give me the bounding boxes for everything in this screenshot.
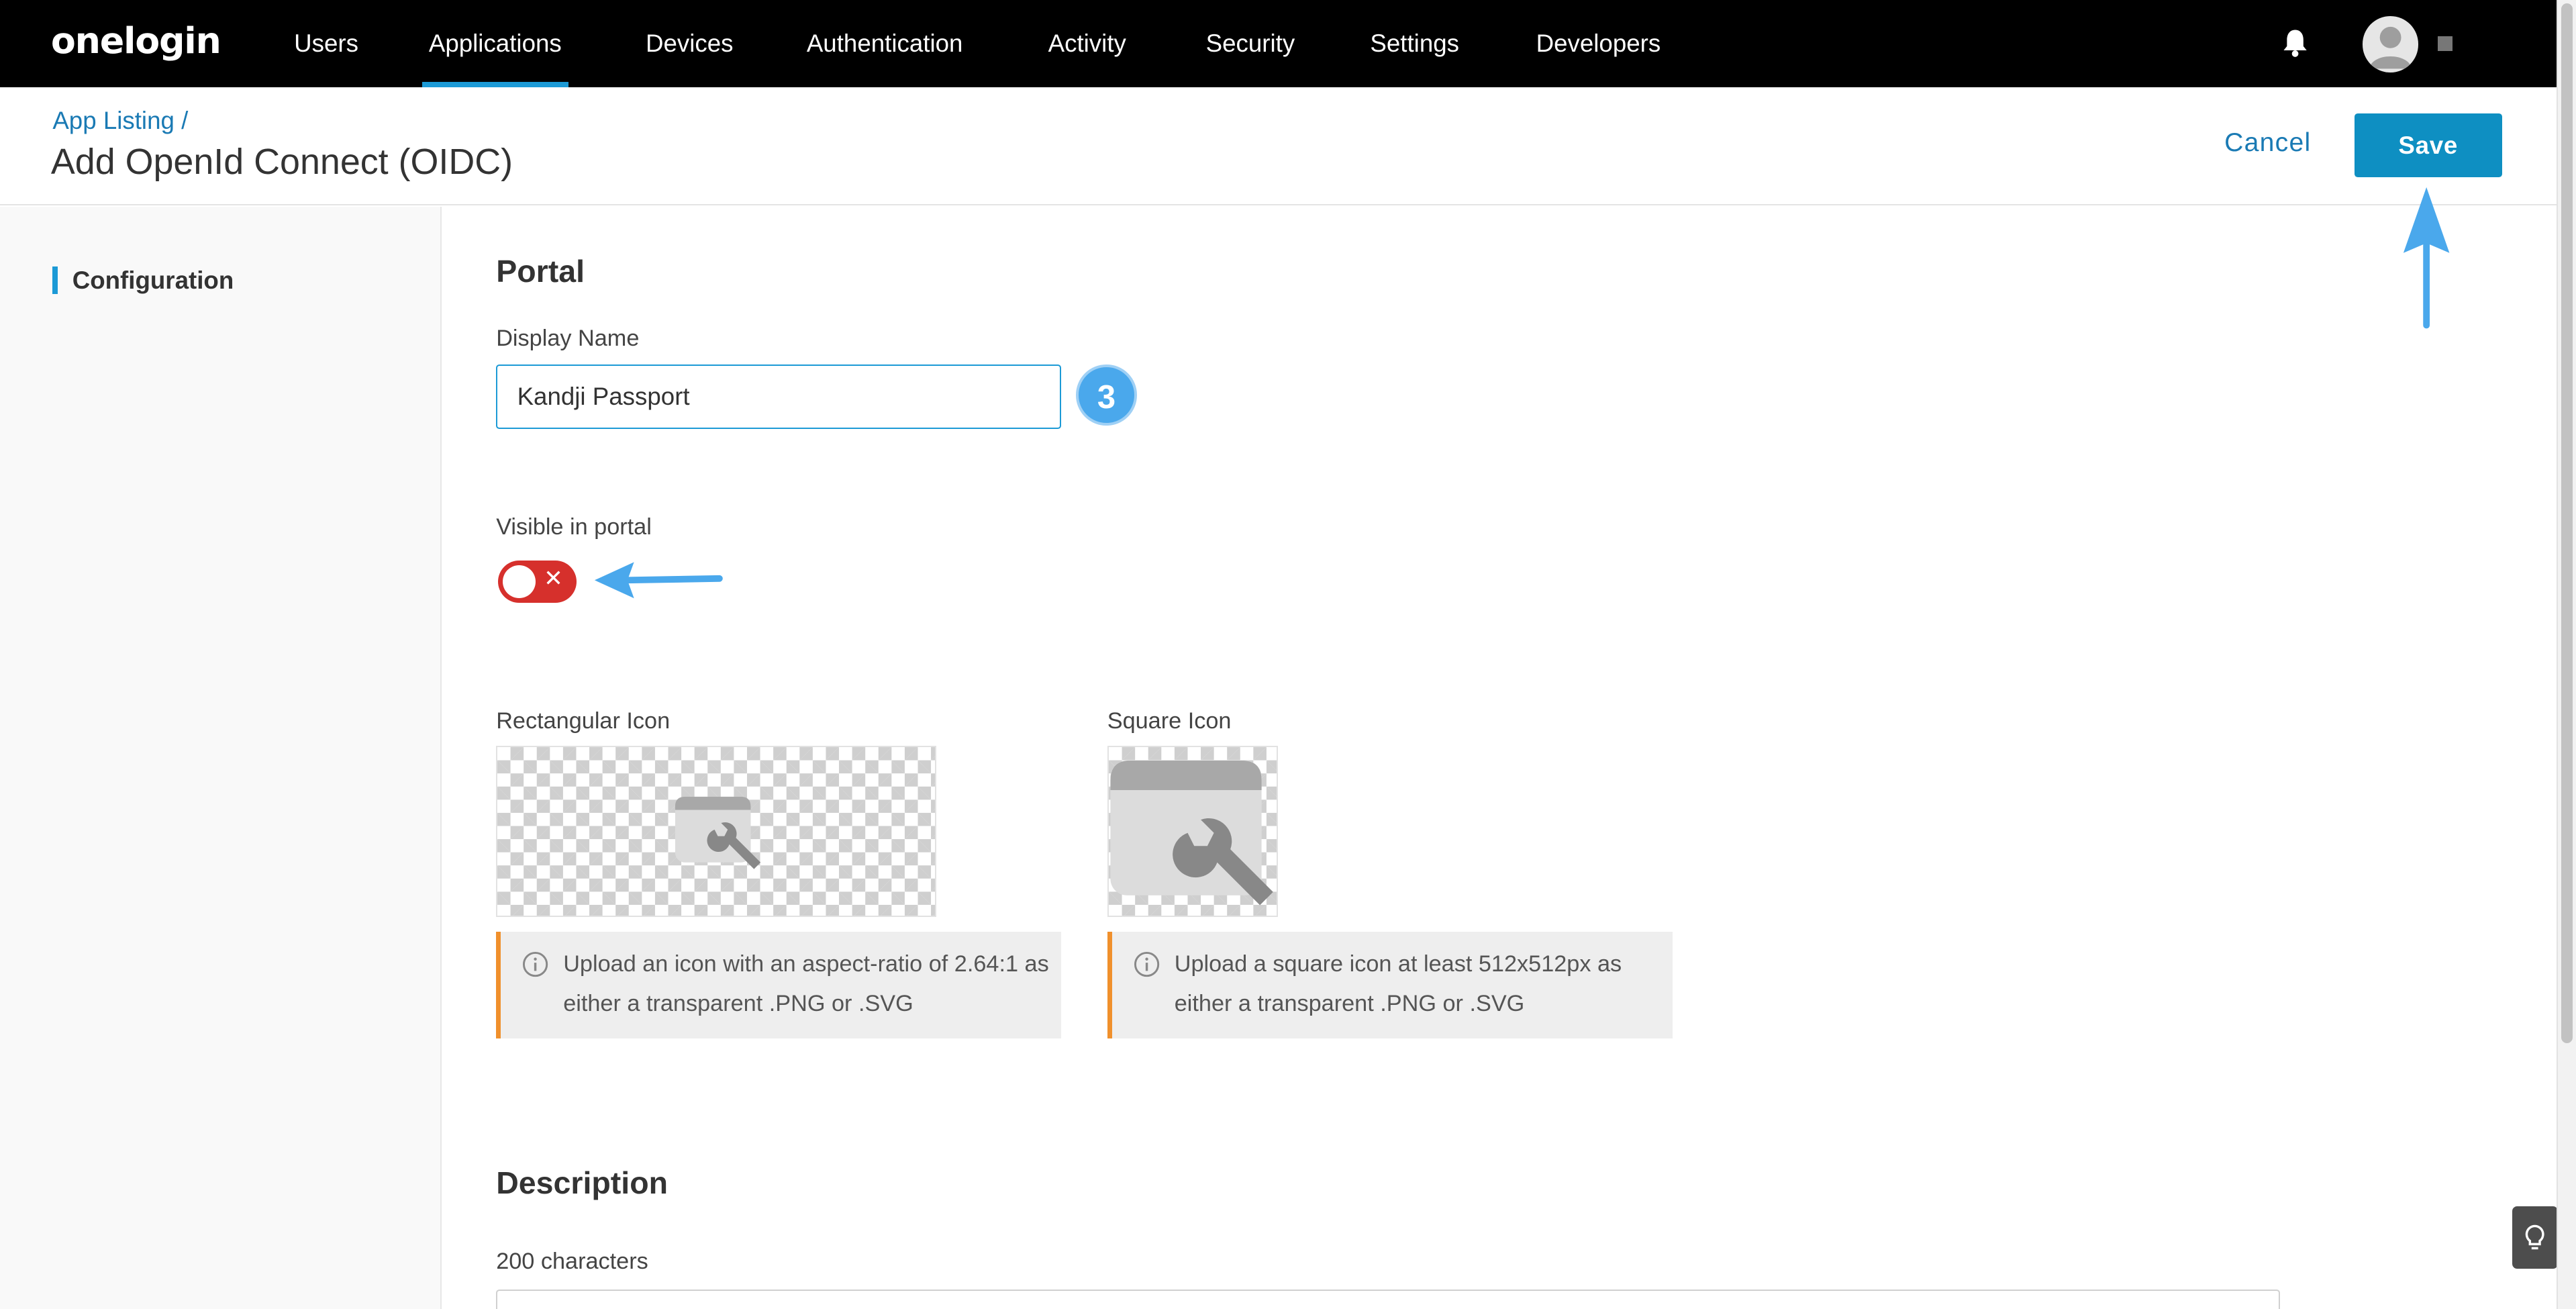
lightbulb-icon bbox=[2525, 1224, 2544, 1249]
display-name-label: Display Name bbox=[496, 325, 640, 351]
wrench-icon bbox=[675, 796, 760, 869]
sidebar-item-configuration[interactable]: Configuration bbox=[0, 246, 440, 316]
square-icon-info: Upload a square icon at least 512x512px … bbox=[1107, 931, 1673, 1038]
page-header: App Listing / Add OpenId Connect (OIDC) … bbox=[0, 87, 2557, 205]
rectangular-icon-upload[interactable] bbox=[496, 746, 937, 917]
visible-in-portal-label: Visible in portal bbox=[496, 514, 652, 540]
nav-activity[interactable]: Activity bbox=[1048, 0, 1126, 87]
nav-developers[interactable]: Developers bbox=[1536, 0, 1661, 87]
bell-icon[interactable] bbox=[2282, 28, 2308, 58]
user-menu-toggle[interactable] bbox=[2438, 36, 2453, 51]
square-icon-info-text: Upload a square icon at least 512x512px … bbox=[1174, 951, 1622, 1017]
description-textarea[interactable] bbox=[496, 1290, 2281, 1309]
description-char-counter: 200 characters bbox=[496, 1249, 648, 1275]
nav-settings[interactable]: Settings bbox=[1370, 0, 1459, 87]
page-title: Add OpenId Connect (OIDC) bbox=[50, 142, 513, 183]
breadcrumb[interactable]: App Listing / bbox=[52, 107, 188, 135]
sidebar: Configuration bbox=[0, 207, 442, 1309]
rectangular-icon-label: Rectangular Icon bbox=[496, 708, 671, 734]
active-indicator bbox=[52, 266, 58, 295]
info-icon bbox=[1134, 952, 1159, 977]
portal-section-title: Portal bbox=[496, 253, 585, 289]
onelogin-logo[interactable]: onelogin bbox=[51, 19, 221, 62]
step-number-badge: 3 bbox=[1076, 365, 1137, 426]
toggle-off-icon: ✕ bbox=[544, 565, 563, 591]
scrollbar-thumb[interactable] bbox=[2561, 3, 2573, 1044]
nav-applications[interactable]: Applications bbox=[422, 0, 568, 87]
save-button[interactable]: Save bbox=[2354, 113, 2502, 178]
display-name-input[interactable] bbox=[496, 365, 1062, 429]
nav-security[interactable]: Security bbox=[1206, 0, 1295, 87]
toggle-knob bbox=[502, 565, 536, 598]
rectangular-icon-info-text: Upload an icon with an aspect-ratio of 2… bbox=[563, 951, 1049, 1017]
nav-users[interactable]: Users bbox=[294, 0, 358, 87]
help-button[interactable] bbox=[2512, 1206, 2559, 1269]
top-nav-bar: onelogin Users Applications Devices Auth… bbox=[0, 0, 2557, 87]
wrench-icon bbox=[1110, 760, 1273, 906]
annotation-arrow-up-icon bbox=[2403, 187, 2450, 329]
rectangular-icon-info: Upload an icon with an aspect-ratio of 2… bbox=[496, 931, 1062, 1038]
avatar-icon[interactable] bbox=[2362, 16, 2418, 72]
nav-authentication[interactable]: Authentication bbox=[807, 0, 963, 87]
cancel-button[interactable]: Cancel bbox=[2224, 128, 2311, 158]
square-icon-label: Square Icon bbox=[1107, 708, 1232, 734]
square-icon-upload[interactable] bbox=[1107, 746, 1279, 917]
sidebar-item-label: Configuration bbox=[72, 266, 234, 294]
nav-devices[interactable]: Devices bbox=[646, 0, 734, 87]
description-section-title: Description bbox=[496, 1165, 668, 1201]
info-icon bbox=[522, 952, 548, 977]
annotation-arrow-icon bbox=[595, 562, 723, 598]
visible-in-portal-toggle[interactable]: ✕ bbox=[497, 560, 577, 603]
